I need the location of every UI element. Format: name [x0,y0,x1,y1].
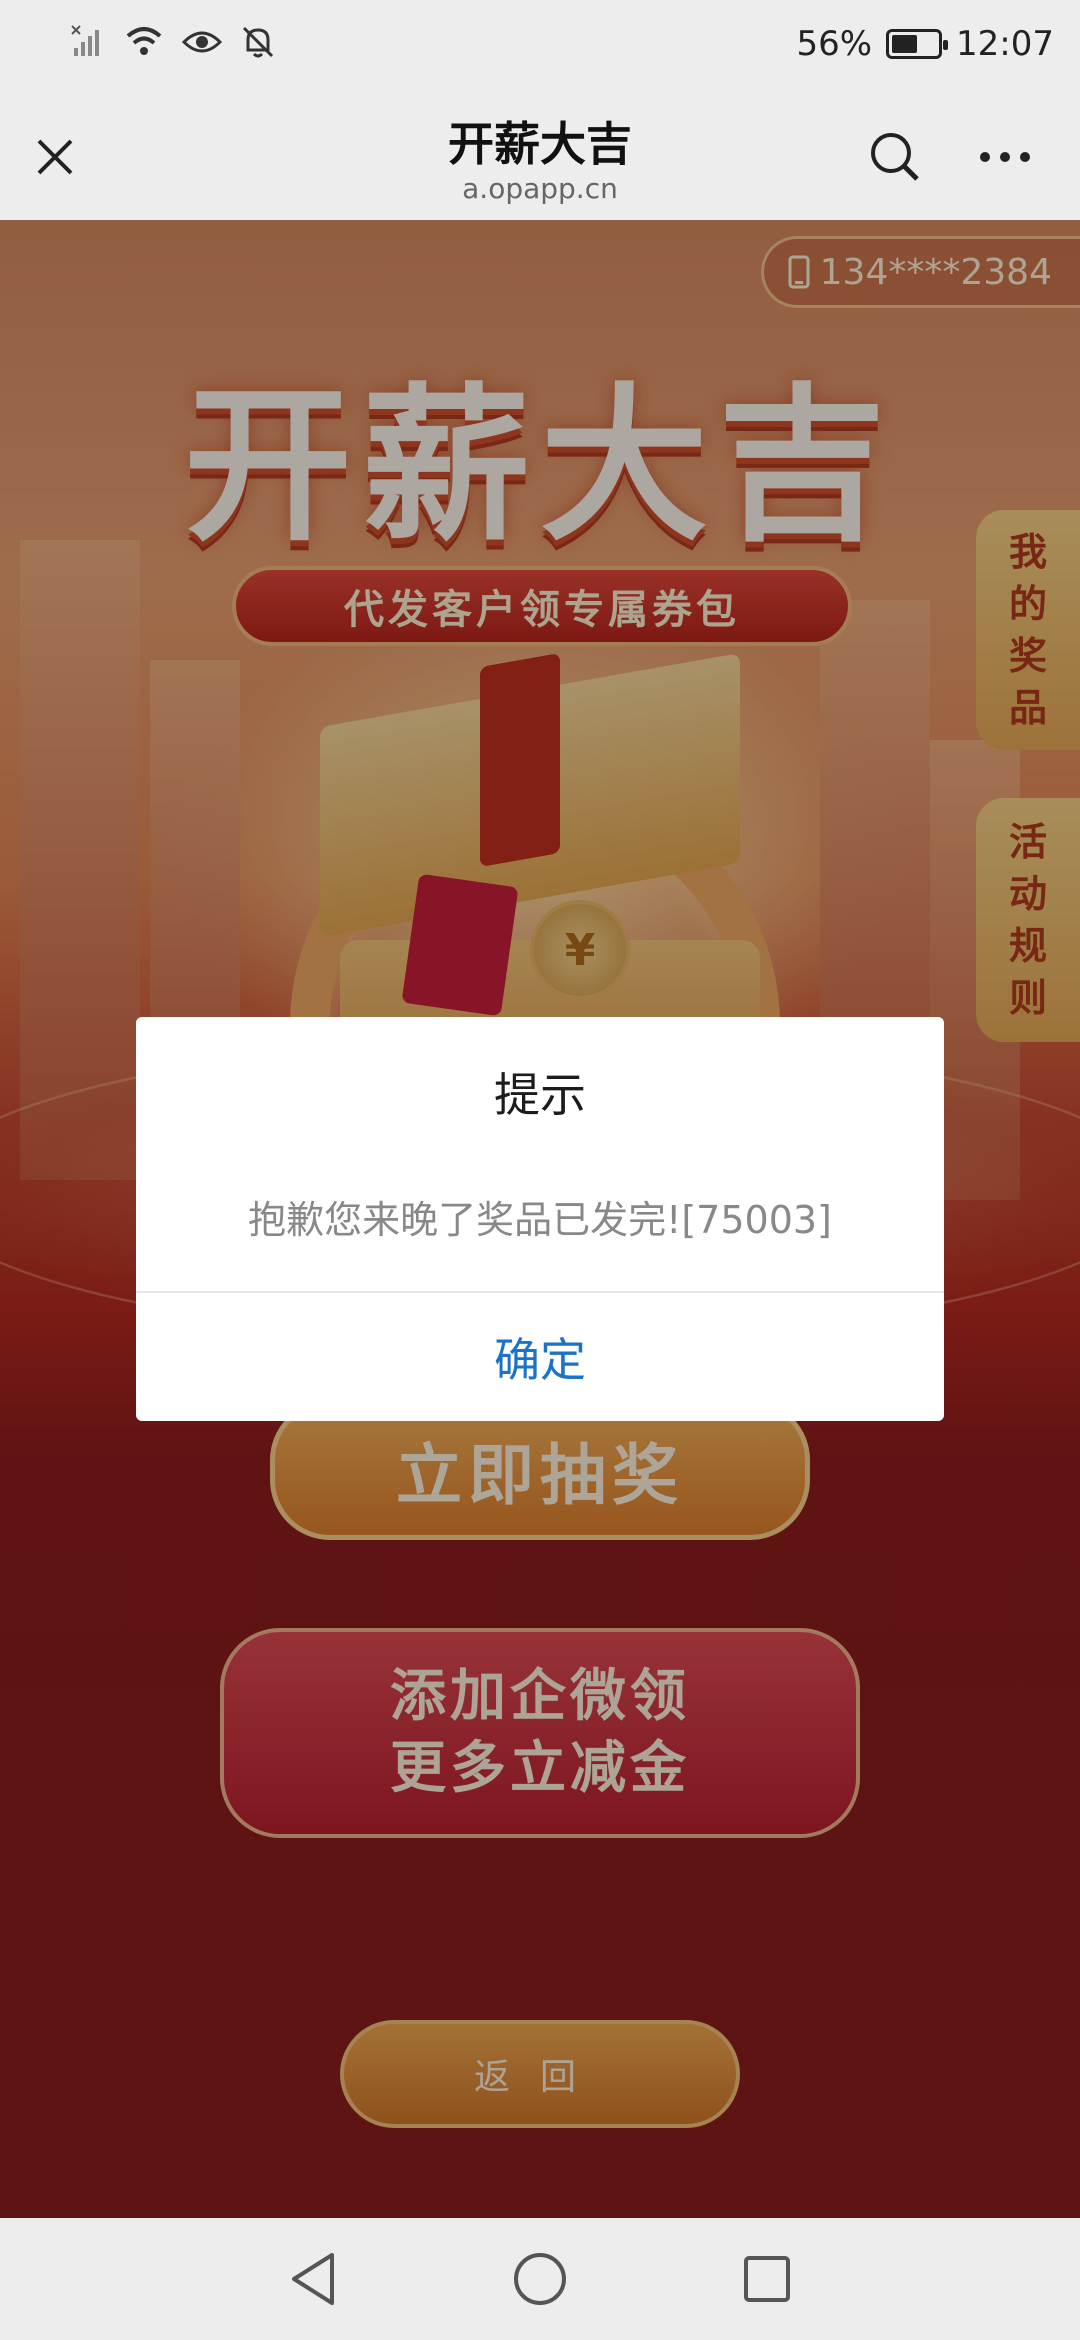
more-button[interactable] [970,122,1040,192]
search-button[interactable] [860,122,930,192]
bell-off-icon [240,24,276,64]
back-nav-button[interactable] [278,2244,348,2314]
battery-fill [892,35,918,53]
home-nav-button[interactable] [505,2244,575,2314]
search-icon [871,133,919,181]
title-bar: 开薪大吉 a.opapp.cn [0,92,1080,220]
wifi-icon [124,24,164,64]
status-bar: 56% 12:07 [0,0,1080,92]
battery-percent: 56% [796,24,873,64]
circle-home-icon [513,2253,566,2305]
system-nav-bar [0,2218,1080,2340]
square-recents-icon [743,2256,790,2302]
alert-dialog: 提示 抱歉您来晚了奖品已发完![75003] 确定 [136,1017,944,1421]
clock: 12:07 [956,24,1054,64]
dialog-message: 抱歉您来晚了奖品已发完![75003] [248,1198,832,1242]
dialog-title: 提示 [494,1068,586,1122]
battery-icon [886,29,949,59]
status-icons [70,24,276,64]
confirm-button[interactable]: 确定 [136,1293,944,1421]
signal-off-icon [70,24,106,64]
recents-nav-button[interactable] [732,2244,802,2314]
eye-icon [181,24,223,64]
status-right: 56% 12:07 [796,24,1054,64]
more-icon [980,152,1030,162]
triangle-back-icon [292,2253,335,2305]
